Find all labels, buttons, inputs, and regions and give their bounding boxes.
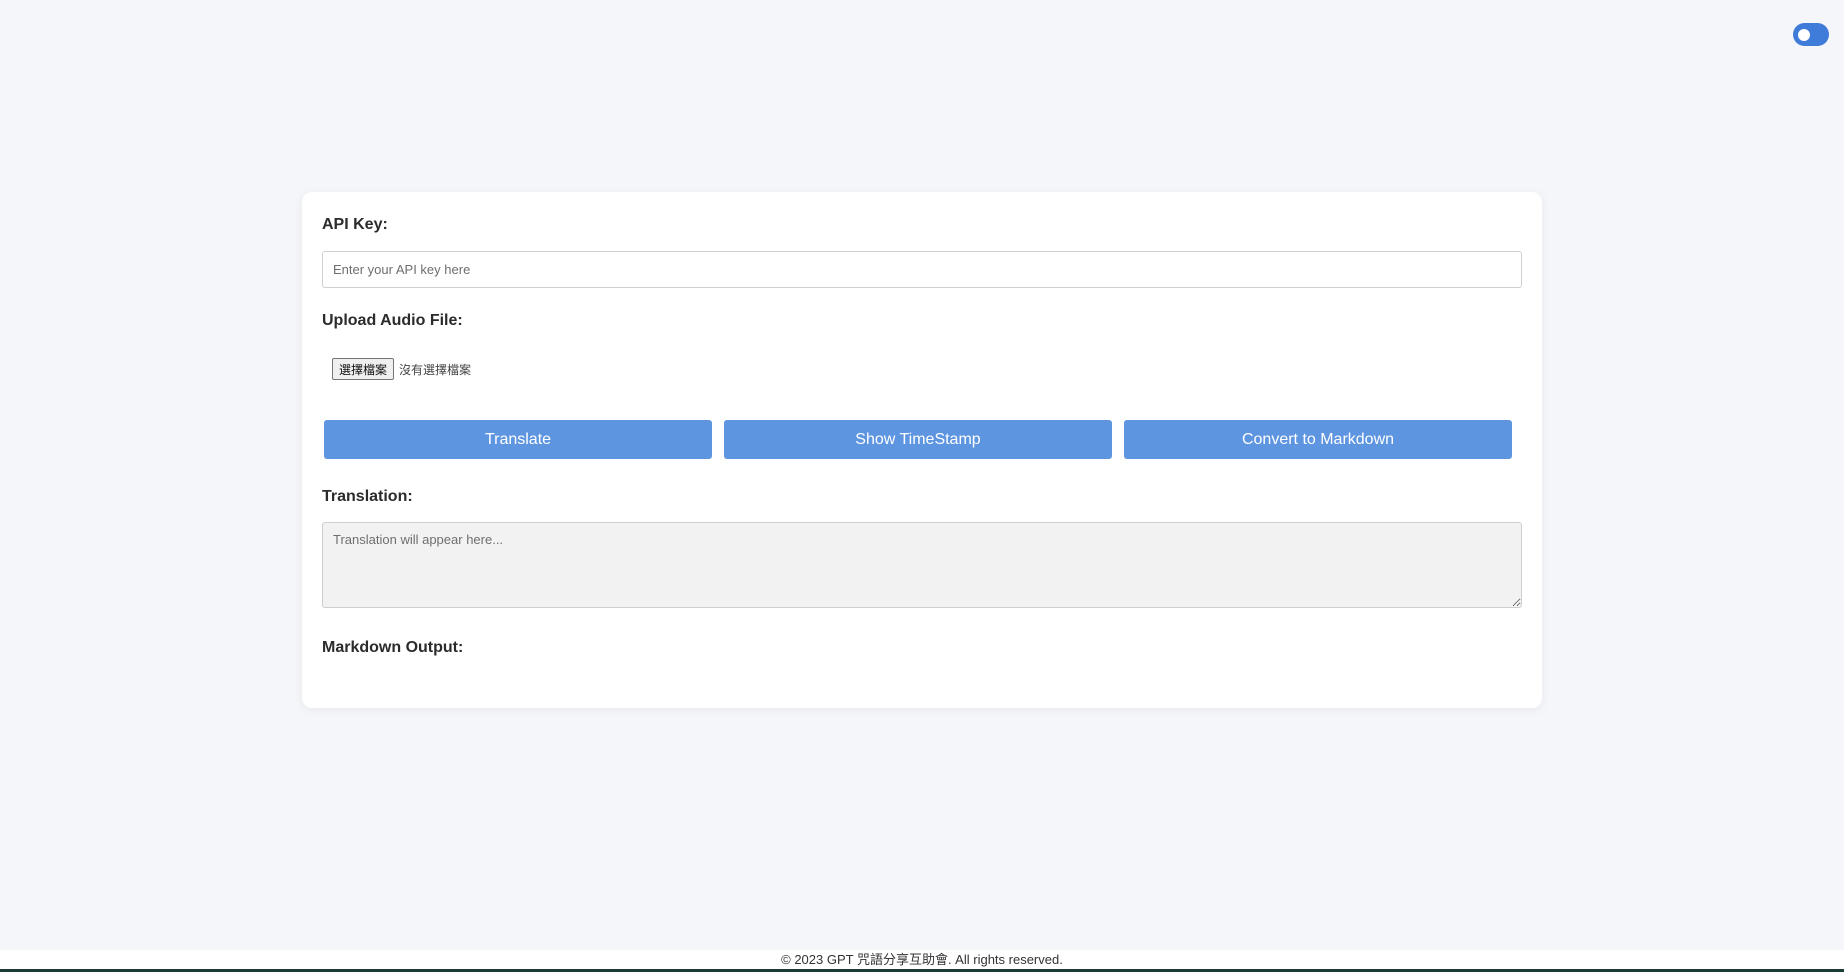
file-status-text: 沒有選擇檔案	[399, 362, 472, 377]
convert-markdown-button[interactable]: Convert to Markdown	[1124, 420, 1512, 459]
markdown-output-label: Markdown Output:	[322, 639, 464, 656]
api-key-input[interactable]	[322, 251, 1522, 288]
form-card: API Key: Upload Audio File: 選擇檔案 沒有選擇檔案 …	[302, 192, 1542, 708]
api-key-label: API Key:	[322, 216, 388, 233]
file-upload-control: 選擇檔案 沒有選擇檔案	[332, 358, 471, 380]
translation-label: Translation:	[322, 488, 413, 505]
theme-toggle[interactable]	[1793, 23, 1829, 46]
footer: © 2023 GPT 咒語分享互助會. All rights reserved.	[0, 950, 1844, 972]
translate-button[interactable]: Translate	[324, 420, 712, 459]
copyright-text: © 2023 GPT 咒語分享互助會. All rights reserved.	[781, 952, 1063, 967]
translation-output[interactable]	[322, 522, 1522, 608]
choose-file-button[interactable]: 選擇檔案	[332, 358, 395, 380]
toggle-knob	[1798, 29, 1810, 41]
show-timestamp-button[interactable]: Show TimeStamp	[724, 420, 1112, 459]
upload-label: Upload Audio File:	[322, 312, 463, 329]
